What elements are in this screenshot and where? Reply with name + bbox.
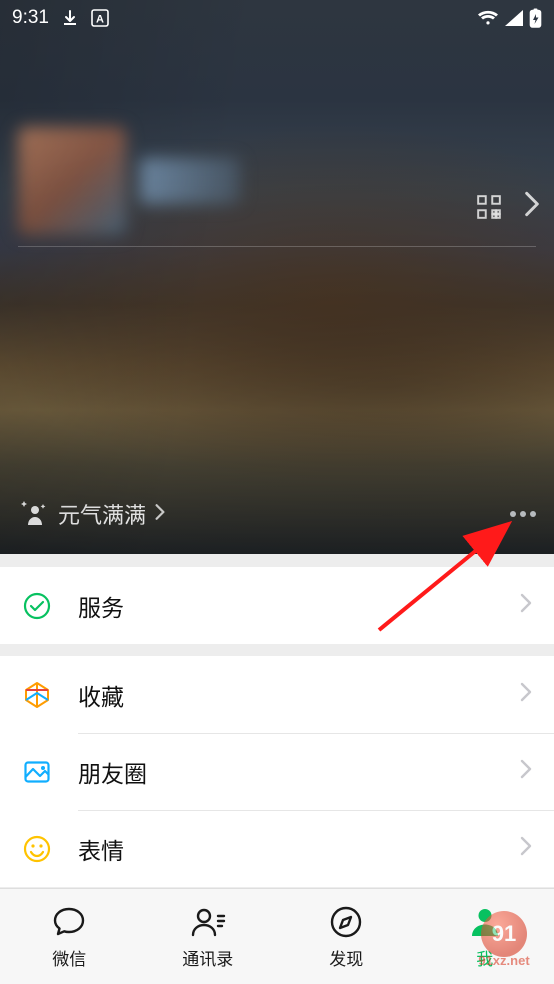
menu-item-service[interactable]: 服务 (0, 567, 554, 644)
download-icon (61, 9, 79, 27)
tab-discover[interactable]: 发现 (277, 889, 416, 984)
contacts-icon (189, 903, 227, 941)
tab-bar: 微信 通讯录 发现 (0, 888, 554, 984)
tab-label: 微信 (52, 945, 86, 970)
menu-item-label: 服务 (78, 589, 124, 623)
menu-item-moments[interactable]: 朋友圈 (0, 733, 554, 810)
tab-label: 我 (476, 945, 493, 970)
tab-chats[interactable]: 微信 (0, 889, 139, 984)
avatar[interactable] (18, 127, 126, 235)
chevron-right-icon (520, 593, 532, 618)
menu-list: 服务 收藏 (0, 567, 554, 887)
chevron-right-icon (520, 836, 532, 861)
favorites-icon (22, 680, 52, 710)
status-row: 元气满满 (18, 498, 536, 530)
menu-item-label: 朋友圈 (78, 755, 147, 789)
menu-item-label: 收藏 (78, 678, 124, 712)
signal-icon (505, 10, 523, 26)
wifi-icon (477, 9, 499, 27)
status-text[interactable]: 元气满满 (58, 498, 146, 530)
tab-me[interactable]: 我 (416, 889, 554, 984)
more-icon[interactable] (510, 511, 536, 517)
svg-text:A: A (96, 14, 104, 26)
profile-chevron-icon[interactable] (524, 190, 540, 223)
qr-code-icon[interactable] (476, 194, 502, 220)
nickname-blurred (140, 158, 240, 204)
profile-cover: 元气满满 (0, 0, 554, 554)
menu-item-label: 表情 (78, 832, 124, 866)
status-time: 9:31 (12, 7, 49, 29)
sparkle-person-icon (18, 499, 48, 529)
chat-icon (50, 903, 88, 941)
tab-label: 通讯录 (182, 945, 233, 970)
battery-icon (529, 8, 542, 28)
chevron-right-icon (520, 759, 532, 784)
chevron-right-icon (520, 682, 532, 707)
service-icon (22, 591, 52, 621)
tab-label: 发现 (329, 945, 363, 970)
moments-icon (22, 757, 52, 787)
menu-item-sticker[interactable]: 表情 (0, 810, 554, 887)
profile-card[interactable] (18, 116, 438, 246)
menu-group-2: 收藏 朋友圈 (0, 656, 554, 887)
status-chevron-icon[interactable] (146, 501, 166, 527)
screen: 元气满满 9:31 A (0, 0, 554, 984)
tab-contacts[interactable]: 通讯录 (139, 889, 278, 984)
profile-separator (18, 246, 536, 247)
sticker-icon (22, 834, 52, 864)
menu-item-favorites[interactable]: 收藏 (0, 656, 554, 733)
menu-group-1: 服务 (0, 567, 554, 644)
me-icon (466, 903, 504, 941)
status-bar: 9:31 A (0, 0, 554, 36)
discover-icon (327, 903, 365, 941)
letter-a-icon: A (91, 9, 109, 27)
